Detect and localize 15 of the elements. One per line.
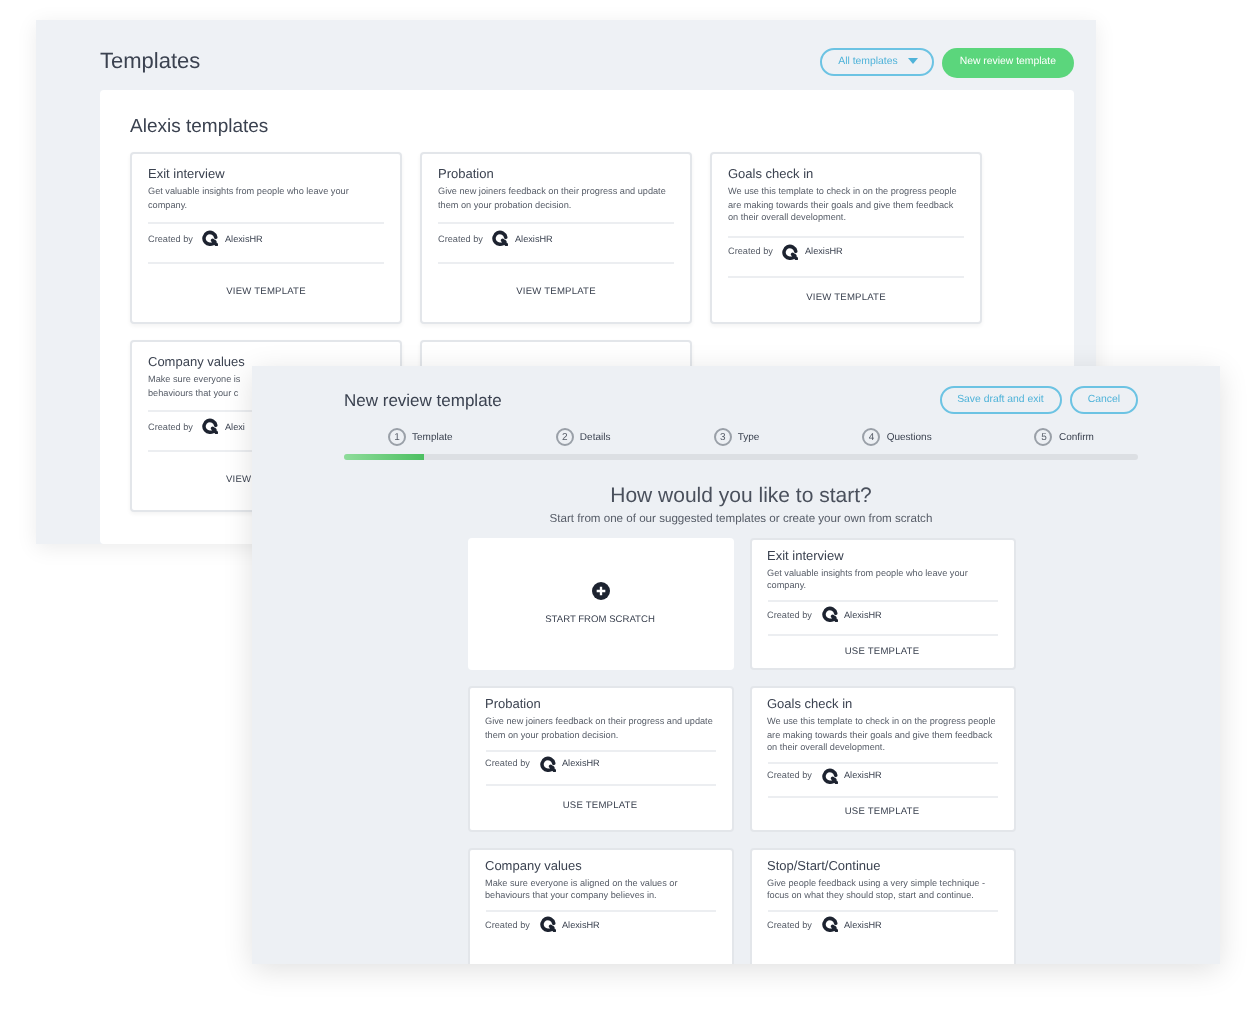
logo-icon (492, 230, 509, 247)
logo-icon (539, 755, 556, 772)
logo-icon (821, 916, 838, 933)
section-title: Alexis templates (130, 116, 271, 138)
logo-icon (202, 230, 219, 247)
logo-icon (821, 606, 838, 623)
logo-icon (821, 767, 838, 784)
dialog-title: New review template (344, 390, 502, 410)
caret-icon (907, 58, 918, 64)
logo-icon (202, 418, 219, 435)
dialog-heading: How would you like to start? (608, 484, 874, 508)
logo-icon (539, 916, 556, 933)
plus-icon (591, 582, 609, 601)
logo-icon (782, 243, 799, 260)
window-title: Templates (100, 50, 201, 74)
